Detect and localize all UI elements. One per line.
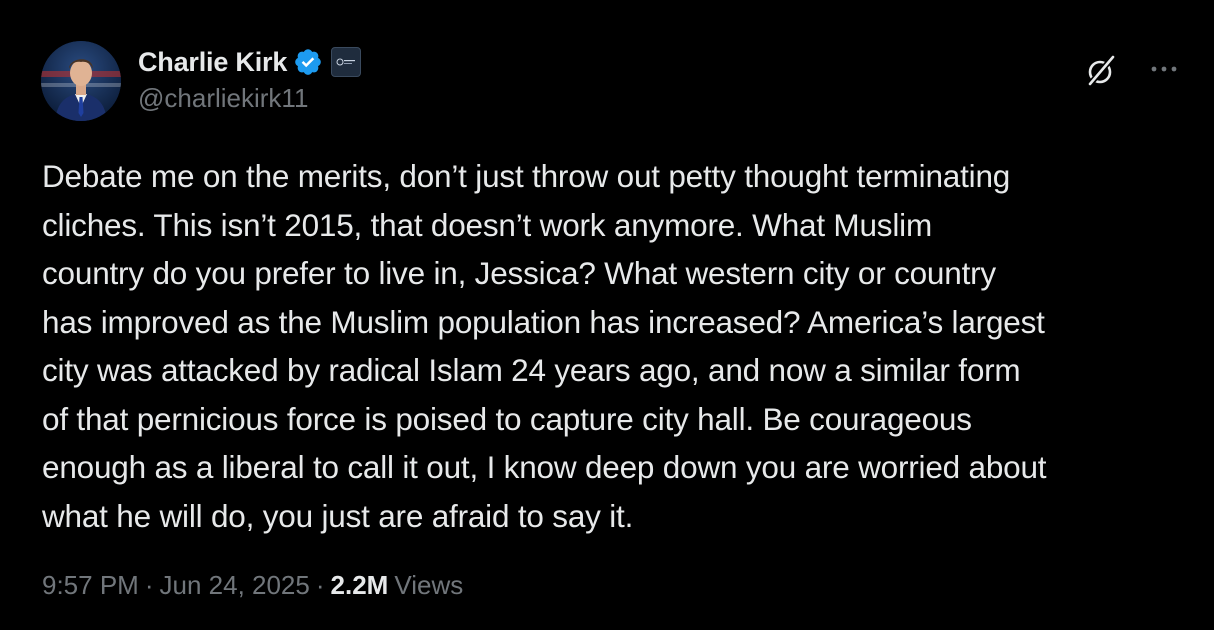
tweet-text-line: enough as a liberal to call it out, I kn… (42, 449, 1047, 485)
tweet-text-line: of that pernicious force is poised to ca… (42, 400, 972, 437)
tweet-text-line: Debate me on the merits, don’t just thro… (42, 158, 1011, 194)
organization-badge-icon[interactable] (331, 47, 362, 77)
tweet-text-line: city was attacked by radical Islam 24 ye… (42, 352, 1021, 388)
tweet-date[interactable]: Jun 24, 2025 (160, 570, 310, 601)
tweet-text-line: what he will do, you just are afraid to … (42, 497, 634, 534)
tweet-text-line: has improved as the Muslim population ha… (42, 303, 1045, 340)
author-display-name[interactable]: Charlie Kirk (138, 47, 287, 78)
avatar[interactable] (41, 41, 121, 121)
tweet-meta: 9:57 PM · Jun 24, 2025 · 2.2M Views (42, 570, 463, 601)
verified-badge-icon[interactable] (293, 47, 323, 77)
tweet-header: Charlie Kirk @charliekirk11 (41, 41, 1181, 121)
meta-separator: · (315, 570, 325, 600)
author-handle[interactable]: @charliekirk11 (138, 83, 361, 114)
avatar-image (41, 41, 121, 121)
author-block: Charlie Kirk @charliekirk11 (138, 45, 362, 114)
tweet-time[interactable]: 9:57 PM (42, 570, 139, 601)
tweet-text: Debate me on the merits, don’t just thro… (42, 152, 1192, 540)
more-horizontal-icon[interactable] (1149, 57, 1181, 81)
grok-slash-circle-icon[interactable] (1083, 53, 1119, 89)
tweet-card: Charlie Kirk @charliekirk11 Debate me on… (0, 0, 1214, 630)
tweet-text-line: cliches. This isn’t 2015, that doesn’t w… (42, 206, 932, 243)
meta-separator: · (144, 570, 154, 600)
tweet-text-line: country do you prefer to live in, Jessic… (42, 255, 996, 291)
views-count: 2.2M (330, 570, 389, 600)
author-name-row: Charlie Kirk (138, 45, 362, 79)
views-label: Views (394, 570, 464, 600)
